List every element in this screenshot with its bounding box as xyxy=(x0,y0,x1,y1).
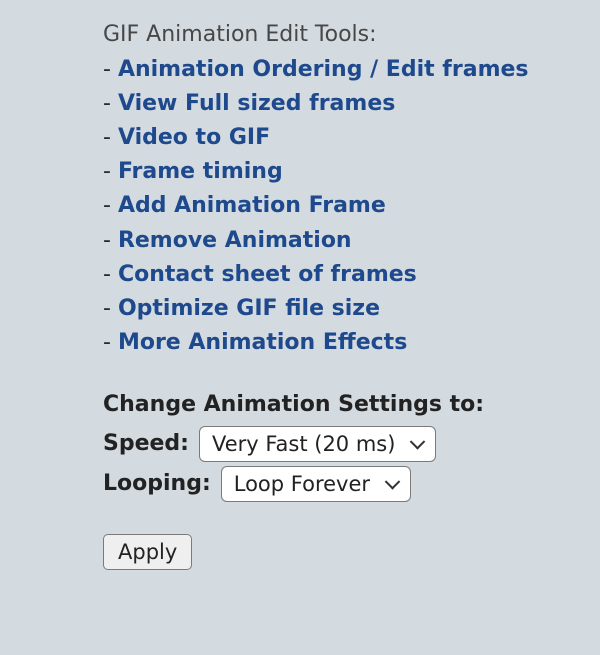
looping-select-value: Loop Forever xyxy=(234,468,370,501)
tool-row: - Remove Animation xyxy=(103,224,570,258)
list-dash: - xyxy=(103,330,118,355)
tool-row: - Video to GIF xyxy=(103,121,570,155)
link-optimize-gif[interactable]: Optimize GIF file size xyxy=(118,296,380,321)
list-dash: - xyxy=(103,159,118,184)
list-dash: - xyxy=(103,91,118,116)
link-video-to-gif[interactable]: Video to GIF xyxy=(118,125,270,150)
speed-select[interactable]: Very Fast (20 ms) xyxy=(199,426,436,462)
link-contact-sheet[interactable]: Contact sheet of frames xyxy=(118,262,417,287)
settings-section-title: Change Animation Settings to: xyxy=(103,388,570,422)
tool-row: - Optimize GIF file size xyxy=(103,292,570,326)
speed-label: Speed: xyxy=(103,427,189,461)
link-remove-animation[interactable]: Remove Animation xyxy=(118,228,352,253)
tools-section-title: GIF Animation Edit Tools: xyxy=(103,18,570,52)
link-more-effects[interactable]: More Animation Effects xyxy=(118,330,407,355)
apply-button[interactable]: Apply xyxy=(103,534,192,570)
tool-row: - Add Animation Frame xyxy=(103,189,570,223)
gif-edit-panel: GIF Animation Edit Tools: - Animation Or… xyxy=(0,0,600,600)
tool-row: - More Animation Effects xyxy=(103,326,570,360)
tool-row: - Contact sheet of frames xyxy=(103,258,570,292)
list-dash: - xyxy=(103,296,118,321)
looping-row: Looping: Loop Forever xyxy=(103,466,570,502)
tool-row: - View Full sized frames xyxy=(103,87,570,121)
button-row: Apply xyxy=(103,534,570,570)
tool-row: - Animation Ordering / Edit frames xyxy=(103,53,570,87)
tool-row: - Frame timing xyxy=(103,155,570,189)
speed-row: Speed: Very Fast (20 ms) xyxy=(103,426,570,462)
link-frame-timing[interactable]: Frame timing xyxy=(118,159,283,184)
list-dash: - xyxy=(103,228,118,253)
looping-label: Looping: xyxy=(103,467,211,501)
list-dash: - xyxy=(103,125,118,150)
link-view-full-sized-frames[interactable]: View Full sized frames xyxy=(118,91,395,116)
list-dash: - xyxy=(103,193,118,218)
link-add-animation-frame[interactable]: Add Animation Frame xyxy=(118,193,386,218)
link-animation-ordering[interactable]: Animation Ordering / Edit frames xyxy=(118,57,529,82)
speed-select-value: Very Fast (20 ms) xyxy=(212,428,395,461)
looping-select[interactable]: Loop Forever xyxy=(221,466,411,502)
list-dash: - xyxy=(103,57,118,82)
list-dash: - xyxy=(103,262,118,287)
